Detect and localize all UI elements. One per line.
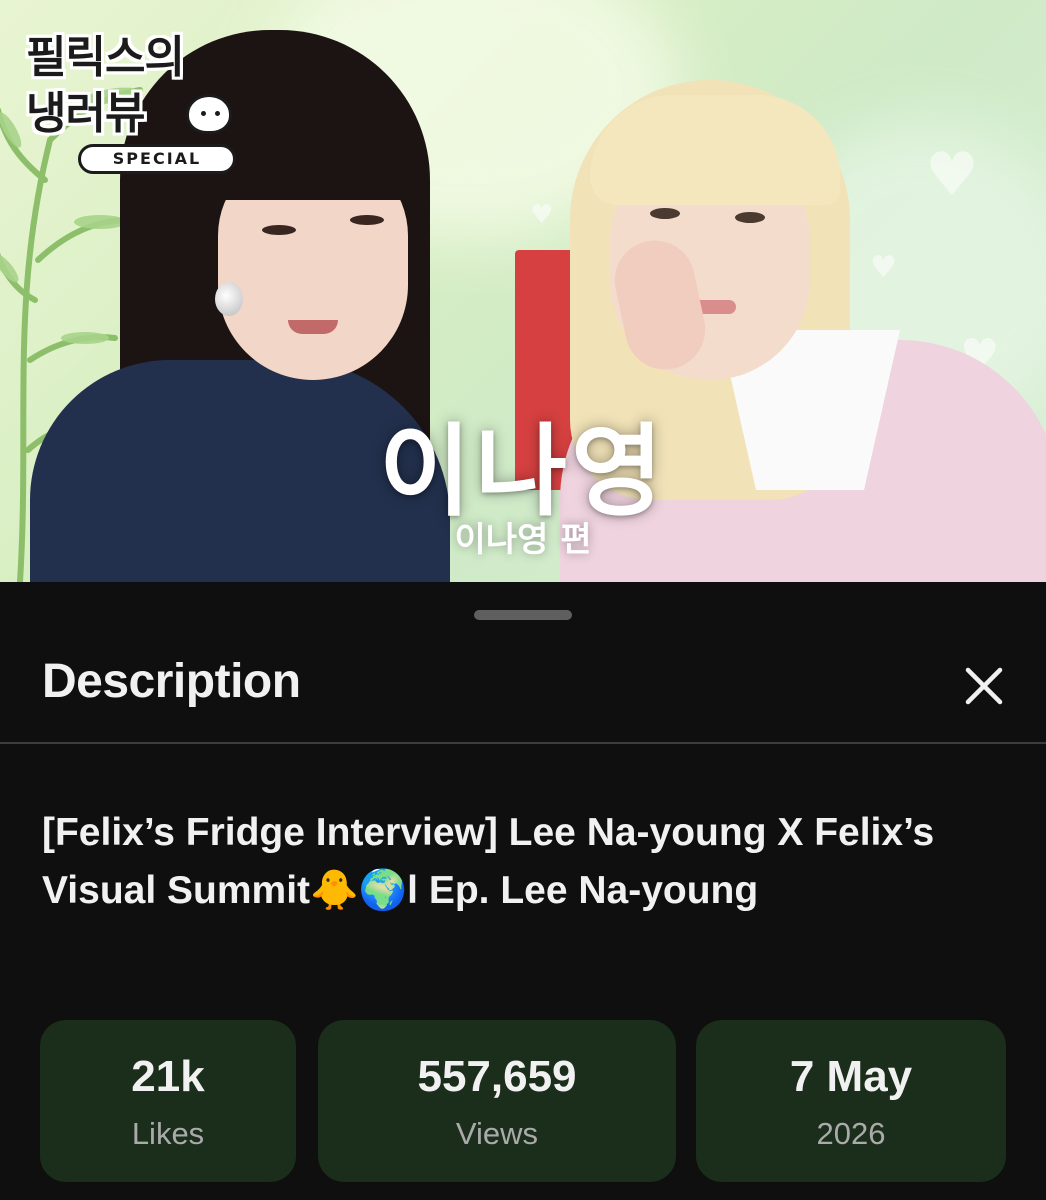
drag-handle[interactable]: [474, 610, 572, 620]
person-left-lips: [288, 320, 338, 334]
logo-special-badge: SPECIAL: [78, 144, 236, 174]
heart-icon: ♥: [870, 250, 897, 285]
stats-row: 21k Likes 557,659 Views 7 May 2026: [40, 1020, 1006, 1182]
publish-date: 7 May: [789, 1052, 913, 1101]
description-sheet: Description [Felix’s Fridge Interview] L…: [0, 582, 1046, 1200]
video-title: [Felix’s Fridge Interview] Lee Na-young …: [42, 811, 935, 912]
views-stat: 557,659 Views: [318, 1020, 676, 1182]
close-icon: [965, 667, 1003, 705]
person-right-eye: [735, 212, 765, 223]
chick-icon: [186, 94, 232, 134]
show-logo: 필릭스의 냉러뷰 SPECIAL: [26, 30, 236, 174]
person-left-eye: [350, 215, 384, 225]
likes-label: Likes: [131, 1116, 205, 1151]
close-button[interactable]: [952, 654, 1016, 718]
video-thumbnail[interactable]: ♥ ♥ ♥ ♥ 필릭스의 냉러뷰 SPECIAL 이나영 이나영 편: [0, 0, 1046, 582]
logo-line-1: 필릭스의: [26, 32, 185, 83]
date-stat: 7 May 2026: [696, 1020, 1006, 1182]
likes-stat: 21k Likes: [40, 1020, 296, 1182]
sheet-title: Description: [42, 655, 301, 708]
divider: [0, 742, 1046, 744]
person-right-eye: [650, 208, 680, 219]
earring: [215, 282, 243, 316]
heart-icon: ♥: [530, 200, 554, 230]
views-count: 557,659: [417, 1052, 577, 1101]
likes-count: 21k: [131, 1052, 205, 1101]
thumbnail-episode-label: 이나영 편: [454, 520, 592, 560]
person-left-eye: [262, 225, 296, 235]
publish-year: 2026: [816, 1116, 886, 1151]
views-label: Views: [455, 1116, 539, 1151]
person-right-bangs: [590, 95, 840, 205]
heart-icon: ♥: [925, 140, 979, 210]
